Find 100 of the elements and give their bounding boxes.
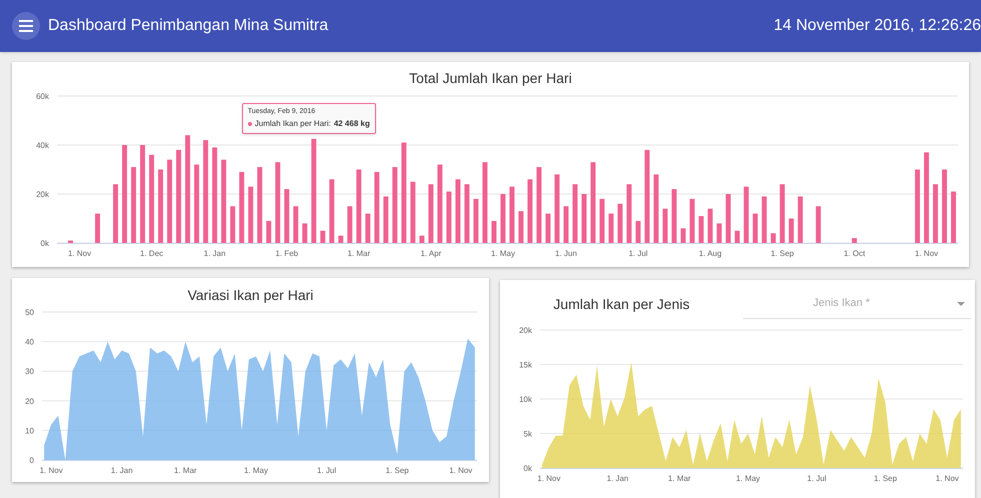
axis-label: 1. Apr [420,249,442,258]
axis-label: 1. Jan [204,249,226,258]
bar [230,206,236,243]
axis-label: 1. Jun [555,249,577,258]
bar [428,184,434,243]
bar [266,220,272,243]
bar [320,230,326,243]
menu-icon [19,20,33,32]
axis-label: 1. Mar [348,249,370,258]
axis-label: 5k [524,430,532,438]
axis-label: 1. Nov [449,466,472,475]
axis-label: 1. May [244,466,268,475]
bar [284,189,290,243]
bar [672,189,677,243]
bar [744,186,749,243]
bar [410,182,416,243]
bar [582,194,587,243]
bar [473,198,478,243]
axis-label: 1. Nov [936,474,959,483]
bar [528,179,532,243]
bar [734,230,740,243]
bar [572,184,578,243]
axis-label: 20 [25,396,34,406]
bar [383,196,388,243]
chart-title: Jumlah Ikan per Jenis [552,294,691,314]
bar [68,240,73,243]
axis-label: 1. May [490,249,515,258]
axis-label: 15k [519,360,532,370]
bar [816,206,821,243]
axis-label: 1. Mar [174,466,197,475]
axis-label: 1. Jul [317,466,336,475]
bar [716,223,722,243]
axis-label: 1. Nov [914,249,938,258]
bar [419,236,424,243]
axis-label: 1. Nov [68,249,92,258]
bar [374,172,380,243]
axis-label: 50 [25,308,34,317]
axis-label: 10k [519,395,532,404]
tooltip-value: 42 468 kg [334,118,370,130]
tooltip-series: Jumlah Ikan per Hari: [254,118,331,130]
bar [554,174,560,243]
bar [329,179,334,243]
axis-label: 40 [25,338,34,347]
bar [464,184,470,243]
axis-label: 1. Sep [874,474,897,483]
bar [239,172,244,243]
bar [455,179,460,243]
axis-label: 0k [40,239,49,248]
axis-label: 1. Aug [698,249,722,258]
chart-title: Total Jumlah Ikan per Hari [408,69,573,88]
axis-label: 60k [36,92,49,101]
axis-label: 20k [519,326,532,335]
bar [95,214,100,243]
axis-label: 1. Jan [606,474,628,483]
bar [365,214,370,243]
bar [546,214,551,243]
fish-type-select[interactable]: Jenis Ikan * [743,289,971,319]
axis-label: 1. Sep [386,466,409,475]
bar [608,214,614,243]
axis-label: 10 [25,426,34,436]
axis-label: 0k [524,464,532,473]
bar [347,206,352,243]
bar [654,174,659,243]
axis-label: 0 [30,456,34,465]
bar [113,184,118,243]
bar [698,216,704,243]
bar [248,186,254,243]
bar [680,228,686,243]
bar [752,214,758,243]
axis-label: 1. Sep [770,249,794,258]
axis-label: 1. Jul [807,474,826,483]
bar [662,208,668,243]
app-title: Dashboard Penimbangan Mina Sumitra [48,16,328,36]
axis-label: 1. Oct [844,249,866,258]
bar [726,194,731,243]
bar [338,236,344,243]
bar [780,184,785,243]
bar [933,184,938,243]
bar [690,198,695,243]
axis-label: 1. Mar [668,474,691,483]
axis-label: 1. Feb [275,249,298,258]
axis-label: 1. May [736,474,760,483]
bar [500,194,506,243]
bar [492,220,496,243]
bar [518,211,524,243]
bar [302,223,308,243]
bar [708,208,713,243]
bar [510,186,514,243]
menu-button[interactable] [12,12,40,40]
bar [636,220,641,243]
date-time: 14 November 2016, 12:26:26 [774,16,981,36]
axis-label: 1. Nov [40,466,63,475]
axis-label: 20k [36,190,49,199]
chart-title: Variasi Ikan per Hari [186,286,314,305]
bar [852,238,857,243]
bar [762,196,767,243]
bar [600,198,605,243]
axis-label: 1. Jul [628,249,648,258]
bar [564,206,569,243]
axis-label: 40k [36,141,49,150]
